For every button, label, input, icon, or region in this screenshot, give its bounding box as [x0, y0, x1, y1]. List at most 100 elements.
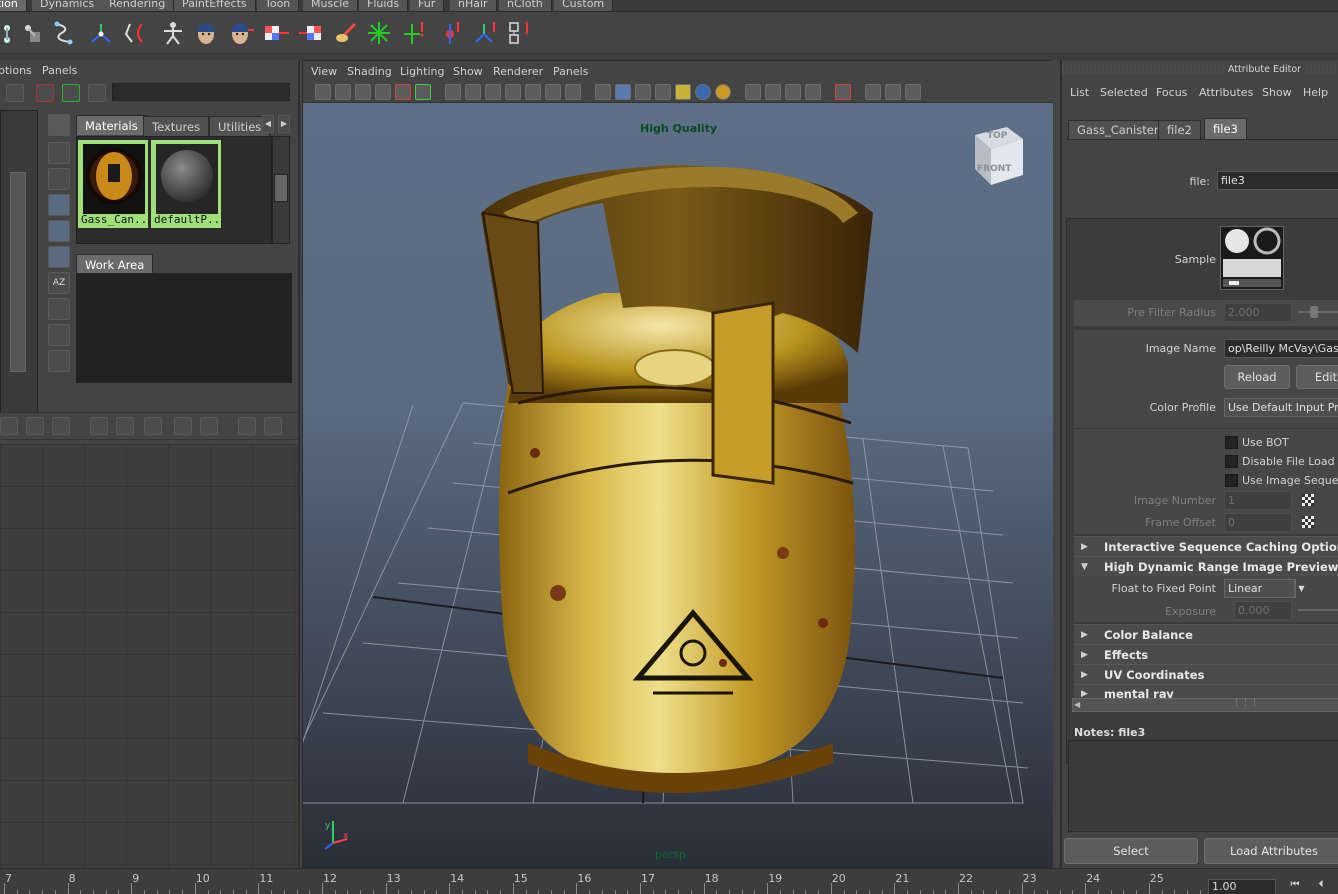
sort-time-icon[interactable]	[48, 324, 70, 346]
menu-renderer[interactable]: Renderer	[493, 65, 543, 78]
field-chart-icon[interactable]	[525, 84, 541, 100]
use-all-lights-icon[interactable]	[675, 84, 691, 100]
large-swatch-icon[interactable]	[48, 220, 70, 242]
pin-icon[interactable]	[174, 417, 192, 435]
shelf-tab-animation[interactable]: ation	[0, 0, 27, 11]
shelf-tab-rendering[interactable]: Rendering	[101, 0, 175, 11]
menu-panels[interactable]: Panels	[553, 65, 588, 78]
wireframe-on-shaded-icon[interactable]	[635, 84, 651, 100]
use-bot-checkbox[interactable]	[1225, 436, 1238, 449]
shelf-tab-fluids[interactable]: Fluids	[359, 0, 409, 11]
edit-button[interactable]: Edit	[1296, 365, 1338, 389]
image-name-field[interactable]: op\Reilly McVay\GasCan	[1224, 339, 1338, 358]
scroll-left-icon[interactable]: ◀	[1074, 700, 1080, 709]
select-button[interactable]: Select	[1064, 838, 1198, 864]
ae-menu-list[interactable]: List	[1070, 86, 1089, 99]
frame-offset-map-icon[interactable]	[1302, 516, 1314, 528]
image-number-map-icon[interactable]	[1302, 494, 1314, 506]
load-attributes-button[interactable]: Load Attributes	[1204, 838, 1338, 864]
material-swatch-gass-canister[interactable]: Gass_Can...	[78, 140, 148, 228]
shelf-tab-dynamics[interactable]: Dynamics	[32, 0, 104, 11]
smooth-shade-icon[interactable]	[615, 84, 631, 100]
swatch-grid-icon[interactable]	[264, 417, 282, 435]
color-profile-dropdown[interactable]: Use Default Input Profi	[1224, 398, 1338, 417]
ae-tab-file2[interactable]: file2	[1158, 120, 1201, 139]
section-color-balance[interactable]: ▶ Color Balance	[1074, 624, 1338, 644]
pre-filter-field[interactable]: 2.000	[1224, 303, 1292, 322]
reload-button[interactable]: Reload	[1224, 365, 1290, 389]
layout-icon[interactable]	[200, 417, 218, 435]
work-area-canvas[interactable]	[76, 273, 292, 383]
sort-type-icon[interactable]	[48, 298, 70, 320]
grease-pencil-icon[interactable]	[415, 84, 431, 100]
menu-show[interactable]: Show	[453, 65, 483, 78]
section-effects[interactable]: ▶ Effects	[1074, 644, 1338, 664]
exposure-slider[interactable]	[1298, 609, 1338, 611]
gate-mask-icon[interactable]	[505, 84, 521, 100]
hypershade-search-field[interactable]	[112, 83, 290, 101]
cluster-icon[interactable]	[366, 20, 392, 46]
ae-menu-selected[interactable]: Selected	[1100, 86, 1148, 99]
gas-canister-model[interactable]	[481, 165, 873, 793]
add-node-icon[interactable]	[238, 417, 256, 435]
frame-offset-field[interactable]: 0	[1224, 513, 1292, 532]
view-cube[interactable]: TOP FRONT	[971, 125, 1025, 187]
hud-icon[interactable]	[865, 84, 881, 100]
dropdown-arrow-icon[interactable]: ▼	[1294, 579, 1308, 598]
joint-icon[interactable]	[0, 20, 20, 46]
shelf-tab-ncloth[interactable]: nCloth	[499, 0, 552, 11]
xlarge-swatch-icon[interactable]	[48, 246, 70, 268]
default-light-icon[interactable]	[715, 84, 731, 100]
menu-options[interactable]: ptions	[0, 64, 32, 77]
select-camera-icon[interactable]	[315, 84, 331, 100]
ae-menu-attributes[interactable]: Attributes	[1199, 86, 1253, 99]
disable-file-load-checkbox[interactable]	[1225, 455, 1238, 468]
film-gate-icon[interactable]	[465, 84, 481, 100]
io-connections-icon[interactable]	[144, 417, 162, 435]
bind-skin-icon[interactable]	[122, 20, 148, 46]
viewport-canvas[interactable]: High Quality persp y x TOP FRONT	[303, 103, 1053, 867]
step-back-icon[interactable]: ⏴	[1312, 879, 1330, 894]
share-icon[interactable]	[905, 84, 921, 100]
mirror-joint-icon[interactable]	[472, 20, 498, 46]
wireframe-icon[interactable]	[595, 84, 611, 100]
ae-tab-file3[interactable]: file3	[1204, 118, 1247, 139]
weight-map-icon[interactable]	[299, 20, 325, 46]
section-mental-ray[interactable]: ▶ mental ray	[1074, 684, 1338, 698]
menu-lighting[interactable]: Lighting	[400, 65, 444, 78]
scene-render[interactable]	[303, 103, 1053, 867]
shadows-icon[interactable]	[695, 84, 711, 100]
xray-joints-icon[interactable]	[765, 84, 781, 100]
use-image-sequence-checkbox[interactable]	[1225, 474, 1238, 487]
view-cube-front[interactable]: FRONT	[977, 164, 1011, 174]
rearrange-graph-icon[interactable]	[62, 84, 80, 102]
image-plane-icon[interactable]	[375, 84, 391, 100]
tab-scroll-right-icon[interactable]: ▶	[278, 115, 290, 133]
two-d-pan-icon[interactable]	[395, 84, 411, 100]
tab-scroll-left-icon[interactable]: ◀	[262, 115, 274, 133]
ae-menu-focus[interactable]: Focus	[1156, 86, 1187, 99]
materials-scroll-thumb[interactable]	[274, 174, 288, 202]
add-influence-icon[interactable]	[402, 20, 428, 46]
resolution-gate-icon[interactable]	[485, 84, 501, 100]
medium-swatch-icon[interactable]	[48, 194, 70, 216]
paint-weights-icon[interactable]	[263, 20, 289, 46]
input-connections-icon[interactable]	[90, 417, 108, 435]
xray-icon[interactable]	[745, 84, 761, 100]
ae-tab-gass-canister[interactable]: Gass_Canister	[1068, 120, 1168, 139]
graph-up-icon[interactable]	[0, 417, 18, 435]
safe-title-icon[interactable]	[565, 84, 581, 100]
list-view-icon[interactable]	[48, 142, 70, 164]
bookmark-icon[interactable]	[355, 84, 371, 100]
graph-updown-icon[interactable]	[52, 417, 70, 435]
pre-filter-slider[interactable]	[1298, 311, 1338, 313]
tab-work-area[interactable]: Work Area	[76, 254, 154, 274]
ik-spline-icon[interactable]	[52, 20, 78, 46]
current-frame-field[interactable]: 1.00	[1208, 879, 1276, 894]
small-swatch-icon[interactable]	[48, 168, 70, 190]
graph-materials-icon[interactable]	[88, 84, 106, 102]
backface-icon[interactable]	[805, 84, 821, 100]
remove-influence-icon[interactable]	[438, 20, 464, 46]
character-rig-icon[interactable]	[160, 20, 186, 46]
skeleton-tool-icon[interactable]	[88, 20, 114, 46]
